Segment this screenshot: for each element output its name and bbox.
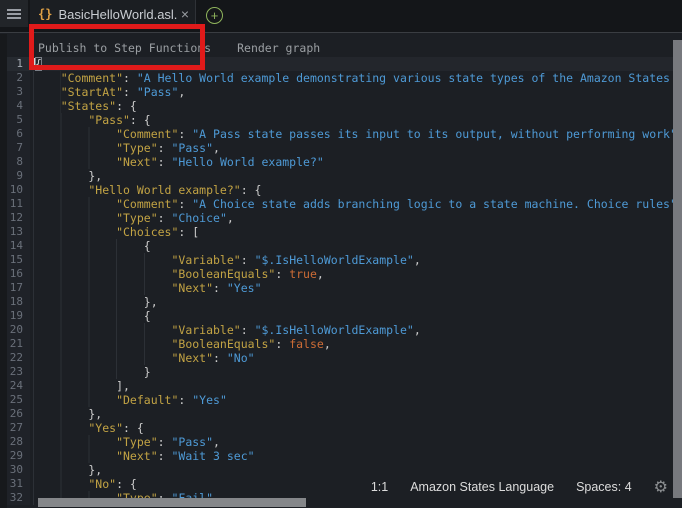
code-line: 12"Type": "Choice", [0,211,682,225]
vertical-scrollbar[interactable] [673,40,682,498]
code-text: }, [30,463,102,477]
publish-to-step-functions-link[interactable]: Publish to Step Functions [38,40,211,56]
code-text: { [30,57,682,71]
code-text: } [30,365,151,379]
plus-icon: + [211,9,219,22]
code-text: { [30,239,151,253]
code-line: 5"Pass": { [0,113,682,127]
code-text: "Choices": [ [30,225,199,239]
code-text: "Next": "Yes" [30,281,262,295]
code-line: 17"Next": "Yes" [0,281,682,295]
code-text: "No": { [30,477,137,491]
codelens-row: Publish to Step Functions Render graph [38,40,320,56]
code-text: "BooleanEquals": true, [30,267,324,281]
code-text: "Type": "Pass", [30,435,220,449]
code-text: }, [30,407,102,421]
code-text: "Default": "Yes" [30,393,227,407]
code-text: "StartAt": "Pass", [30,85,185,99]
code-text: { [30,309,151,323]
code-text: "Variable": "$.IsHelloWorldExample", [30,323,421,337]
tab-basichelloworld[interactable]: {} BasicHelloWorld.asl.json × [30,0,196,28]
tab-bar: {} BasicHelloWorld.asl.json × + [0,0,682,33]
code-editor[interactable]: Publish to Step Functions Render graph 1… [0,34,682,508]
code-text: "Next": "No" [30,351,255,365]
code-text: "Hello World example?": { [30,183,261,197]
code-line: 10"Hello World example?": { [0,183,682,197]
code-line: 28"Type": "Pass", [0,435,682,449]
code-text: "Type": "Pass", [30,141,220,155]
code-line: 15"Variable": "$.IsHelloWorldExample", [0,253,682,267]
json-file-icon: {} [38,7,52,21]
gear-icon[interactable]: ⚙ [654,479,668,495]
cursor-position[interactable]: 1:1 [371,480,388,494]
code-text: "Yes": { [30,421,144,435]
editor-left-margin [0,34,7,508]
render-graph-link[interactable]: Render graph [237,40,320,56]
code-line: 8"Next": "Hello World example?" [0,155,682,169]
code-text: "Variable": "$.IsHelloWorldExample", [30,253,421,267]
code-text: "States": { [30,99,137,113]
code-line: 30}, [0,463,682,477]
code-line: 26}, [0,407,682,421]
status-bar: 1:1 Amazon States Language Spaces: 4 ⚙ [371,478,668,496]
code-line: 24], [0,379,682,393]
language-mode[interactable]: Amazon States Language [410,480,554,494]
editor-window: {} BasicHelloWorld.asl.json × + Publish … [0,0,682,508]
code-line: 9}, [0,169,682,183]
tab-title: BasicHelloWorld.asl.json [58,7,176,22]
code-text: "Next": "Hello World example?" [30,155,324,169]
code-text: "Comment": "A Choice state adds branchin… [30,197,677,211]
code-text: }, [30,169,102,183]
code-line: 4"States": { [0,99,682,113]
code-text: "Type": "Choice", [30,211,234,225]
code-text: }, [30,295,158,309]
code-text: "Pass": { [30,113,151,127]
code-text: "Comment": "A Pass state passes its inpu… [30,127,677,141]
code-line: 29"Next": "Wait 3 sec" [0,449,682,463]
code-line: 21"BooleanEquals": false, [0,337,682,351]
code-line: 14{ [0,239,682,253]
code-lines: 1{2"Comment": "A Hello World example dem… [0,57,682,505]
code-line: 22"Next": "No" [0,351,682,365]
code-text: "BooleanEquals": false, [30,337,331,351]
code-line: 23} [0,365,682,379]
hamburger-icon [7,7,21,21]
code-line: 20"Variable": "$.IsHelloWorldExample", [0,323,682,337]
code-line: 6"Comment": "A Pass state passes its inp… [0,127,682,141]
code-text: ], [30,379,130,393]
code-line: 27"Yes": { [0,421,682,435]
code-line: 7"Type": "Pass", [0,141,682,155]
new-tab-button[interactable]: + [206,7,223,24]
menu-button[interactable] [0,0,28,27]
code-text: "Next": "Wait 3 sec" [30,449,255,463]
code-line: 16"BooleanEquals": true, [0,267,682,281]
close-icon[interactable]: × [181,6,189,22]
code-line: 1{ [0,57,682,71]
code-line: 11"Comment": "A Choice state adds branch… [0,197,682,211]
code-line: 2"Comment": "A Hello World example demon… [0,71,682,85]
code-line: 25"Default": "Yes" [0,393,682,407]
code-line: 13"Choices": [ [0,225,682,239]
code-line: 18}, [0,295,682,309]
code-line: 19{ [0,309,682,323]
code-text: "Comment": "A Hello World example demons… [30,71,682,85]
horizontal-scrollbar[interactable] [38,498,306,507]
indentation-setting[interactable]: Spaces: 4 [576,480,632,494]
code-line: 3"StartAt": "Pass", [0,85,682,99]
